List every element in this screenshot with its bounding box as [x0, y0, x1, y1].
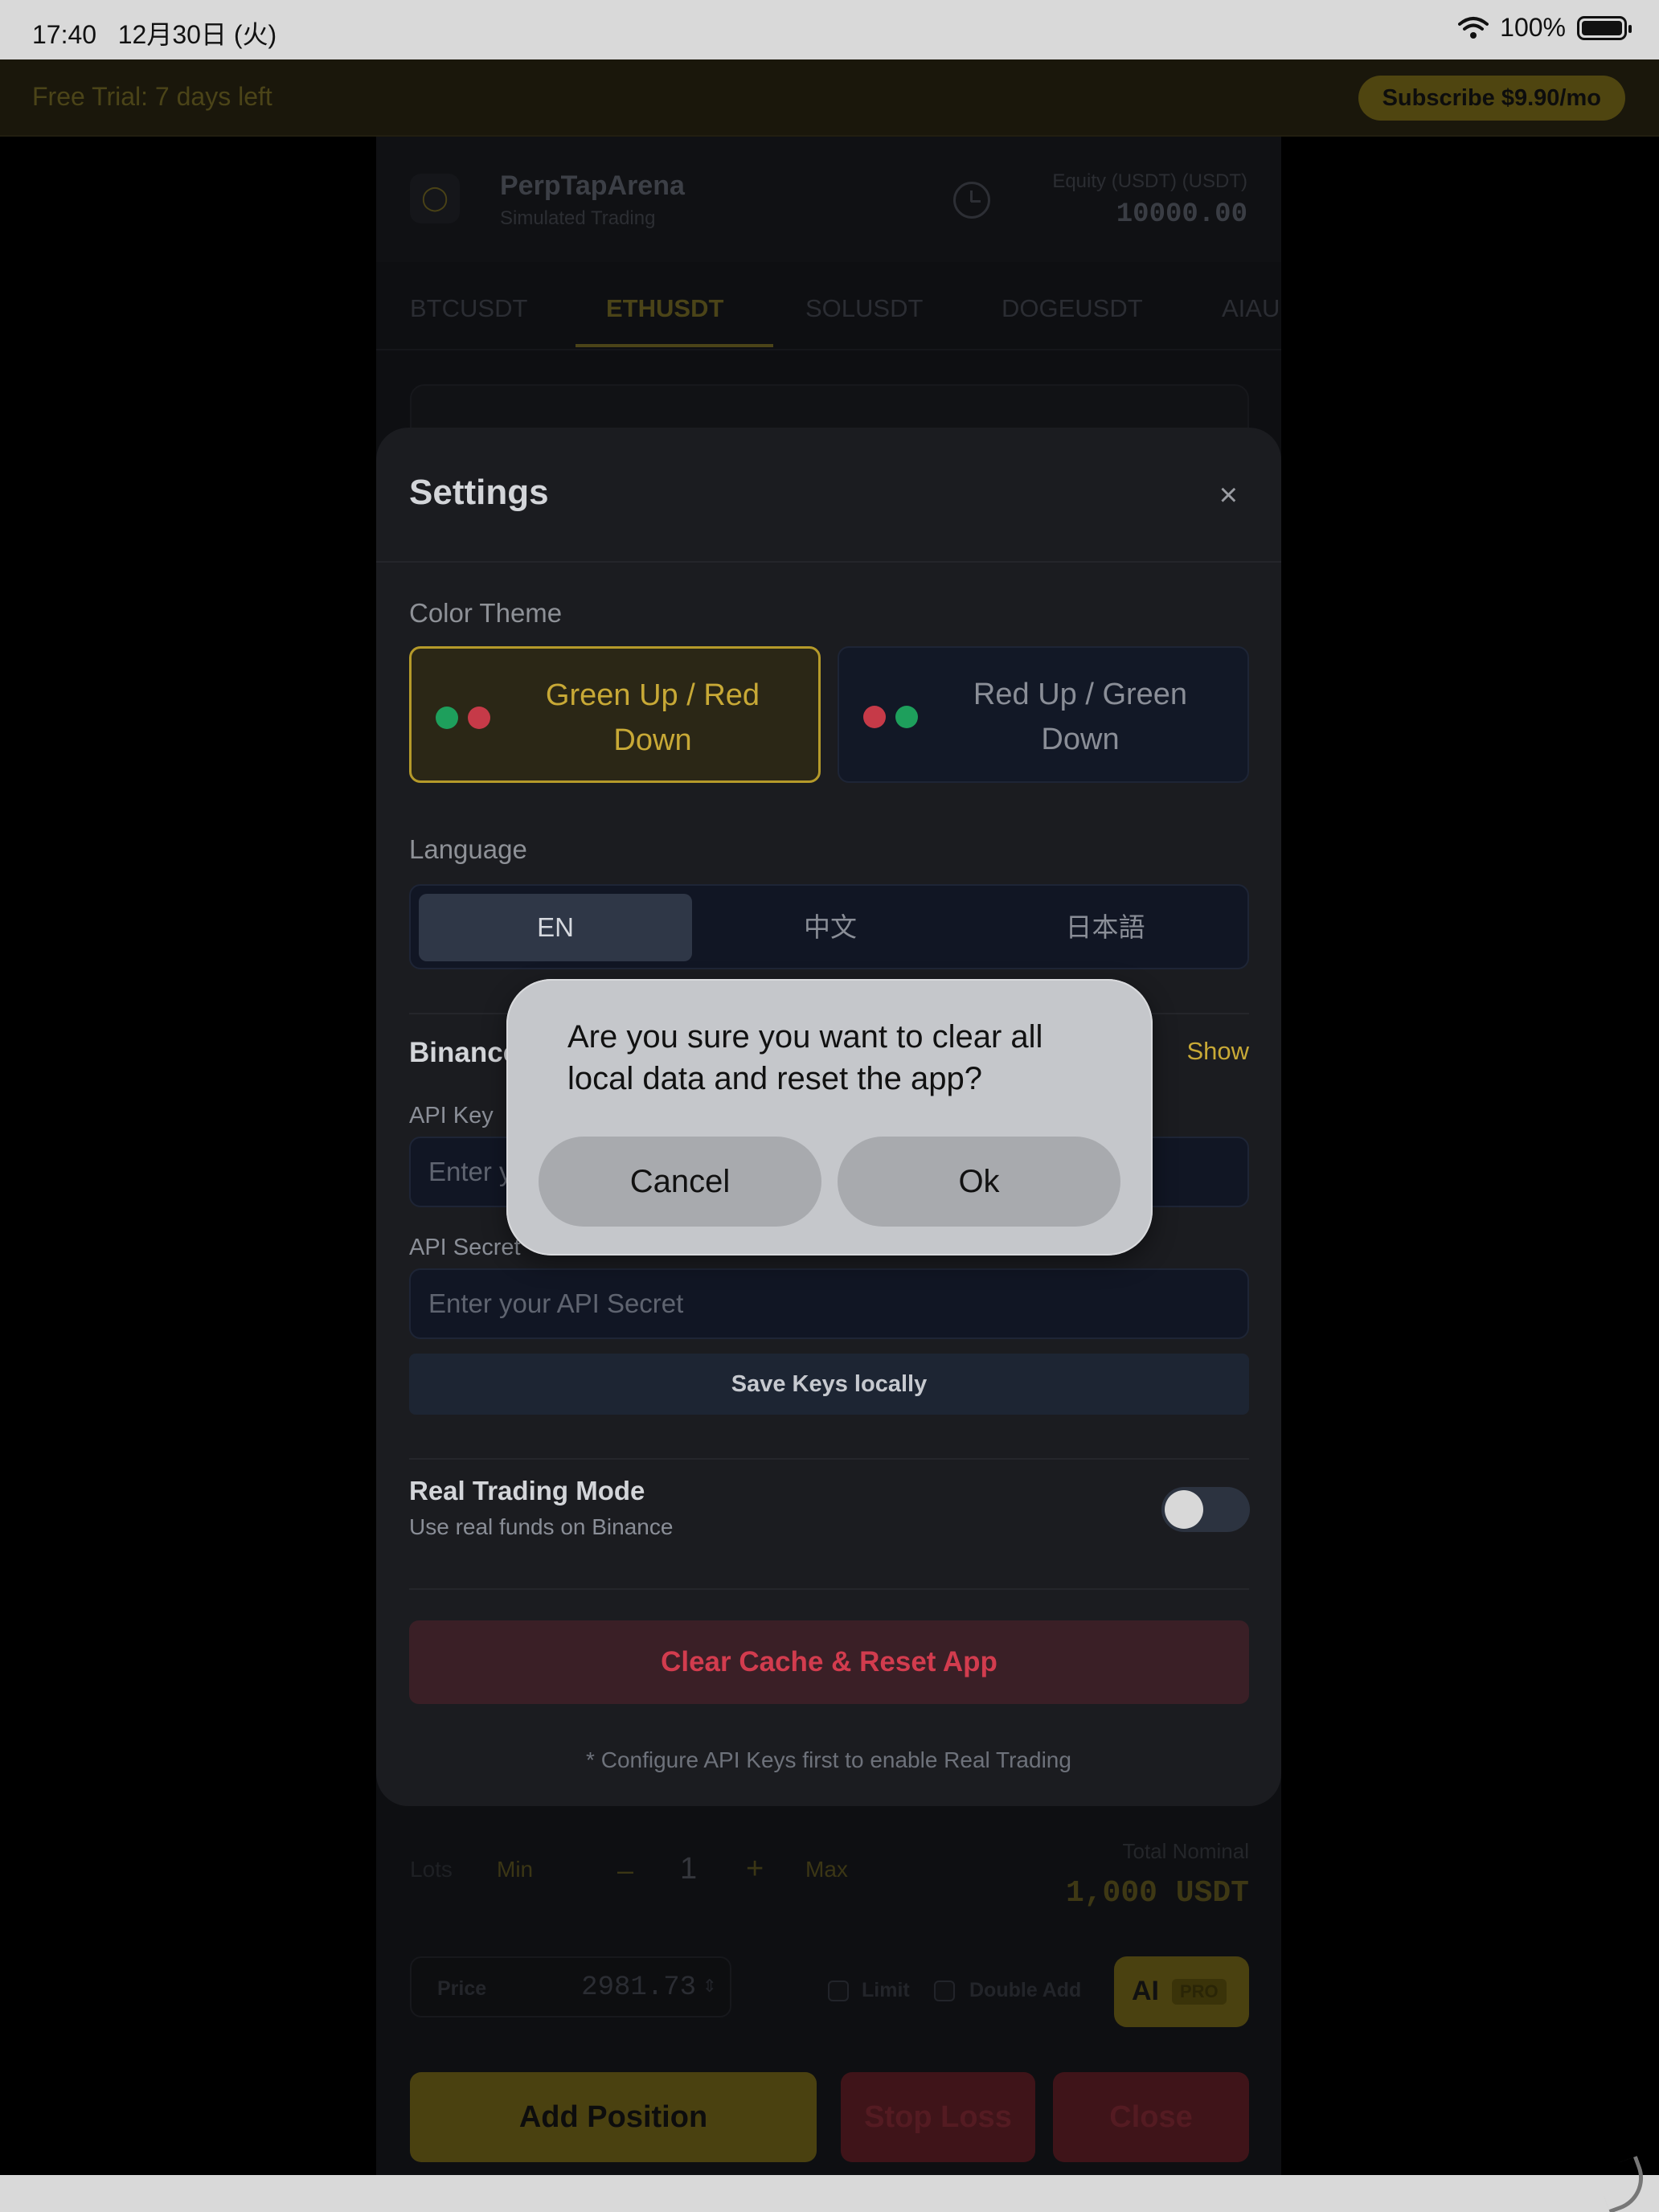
theme-option-label: Green Up / Red Down [545, 678, 760, 757]
bottom-bar [0, 2175, 1659, 2212]
real-trading-footnote: * Configure API Keys first to enable Rea… [586, 1747, 1071, 1772]
price-value: 2981.73 [581, 1972, 696, 2003]
theme-option-label: Red Up / Green Down [973, 678, 1188, 756]
double-add-label: Double Add [969, 1979, 1082, 2001]
red-dot-icon [863, 706, 886, 728]
api-secret-input[interactable] [409, 1268, 1249, 1339]
theme-option-green-up[interactable]: Green Up / Red Down [409, 646, 821, 783]
red-dot-icon [468, 707, 490, 729]
lots-value: 1 [680, 1852, 698, 1886]
close-icon[interactable]: × [1219, 477, 1238, 514]
theme-option-red-up[interactable]: Red Up / Green Down [838, 646, 1249, 783]
total-nominal-value: 1,000 USDT [1065, 1876, 1249, 1911]
toggle-knob [1165, 1490, 1203, 1529]
real-trading-toggle[interactable] [1161, 1487, 1250, 1532]
stop-loss-button[interactable]: Stop Loss [841, 2072, 1035, 2162]
subscribe-button[interactable]: Subscribe $9.90/mo [1358, 76, 1625, 121]
dialog-message: Are you sure you want to clear all local… [567, 1019, 1043, 1096]
add-position-button[interactable]: Add Position [410, 2072, 817, 2162]
language-selector: EN 中文 日本語 [409, 884, 1249, 969]
color-theme-label: Color Theme [409, 598, 563, 628]
ai-label: AI [1132, 1976, 1159, 2006]
lots-increment-button[interactable]: + [746, 1852, 764, 1886]
settings-title: Settings [409, 473, 549, 512]
binance-section-title: Binance [409, 1037, 519, 1068]
language-option-zh[interactable]: 中文 [694, 894, 967, 961]
ok-button[interactable]: Ok [838, 1137, 1120, 1227]
show-keys-link[interactable]: Show [1186, 1037, 1249, 1066]
green-dot-icon [436, 707, 458, 729]
clear-cache-reset-button[interactable]: Clear Cache & Reset App [409, 1620, 1249, 1704]
trial-text: Free Trial: 7 days left [32, 82, 272, 111]
lots-max-button[interactable]: Max [805, 1857, 848, 1882]
settings-header: Settings × [376, 428, 1281, 563]
price-input[interactable]: Price 2981.73 ⇕ [410, 1956, 731, 2017]
api-key-label: API Key [409, 1103, 494, 1129]
limit-label: Limit [862, 1979, 910, 2001]
close-position-button[interactable]: Close [1053, 2072, 1249, 2162]
total-nominal-label: Total Nominal [1122, 1839, 1249, 1863]
cancel-button[interactable]: Cancel [539, 1137, 821, 1227]
reset-confirm-dialog: Are you sure you want to clear all local… [506, 979, 1153, 1256]
language-option-ja[interactable]: 日本語 [969, 894, 1242, 961]
real-trading-subtitle: Use real funds on Binance [409, 1514, 674, 1539]
lots-decrement-button[interactable]: – [617, 1854, 633, 1887]
lots-label: Lots [410, 1857, 453, 1882]
save-keys-button[interactable]: Save Keys locally [409, 1354, 1249, 1415]
double-add-checkbox[interactable] [934, 1981, 955, 2001]
status-time: 17:40 12月30日 (火) [32, 20, 277, 49]
stepper-icon[interactable]: ⇕ [703, 1976, 717, 1997]
limit-checkbox[interactable] [828, 1981, 849, 2001]
language-label: Language [409, 834, 527, 864]
api-secret-label: API Secret [409, 1235, 521, 1260]
wifi-icon [1458, 16, 1489, 39]
divider [409, 1588, 1249, 1590]
green-dot-icon [895, 706, 918, 728]
divider [409, 1458, 1249, 1460]
price-label: Price [437, 1977, 487, 2000]
lots-min-button[interactable]: Min [497, 1857, 533, 1882]
battery-icon [1577, 15, 1632, 40]
battery-percent: 100% [1500, 13, 1566, 42]
pro-badge: PRO [1172, 1979, 1227, 2005]
ai-button[interactable]: AI PRO [1114, 1956, 1249, 2027]
language-option-en[interactable]: EN [419, 894, 692, 961]
status-right: 100% [1458, 13, 1632, 43]
real-trading-title: Real Trading Mode [409, 1476, 645, 1505]
